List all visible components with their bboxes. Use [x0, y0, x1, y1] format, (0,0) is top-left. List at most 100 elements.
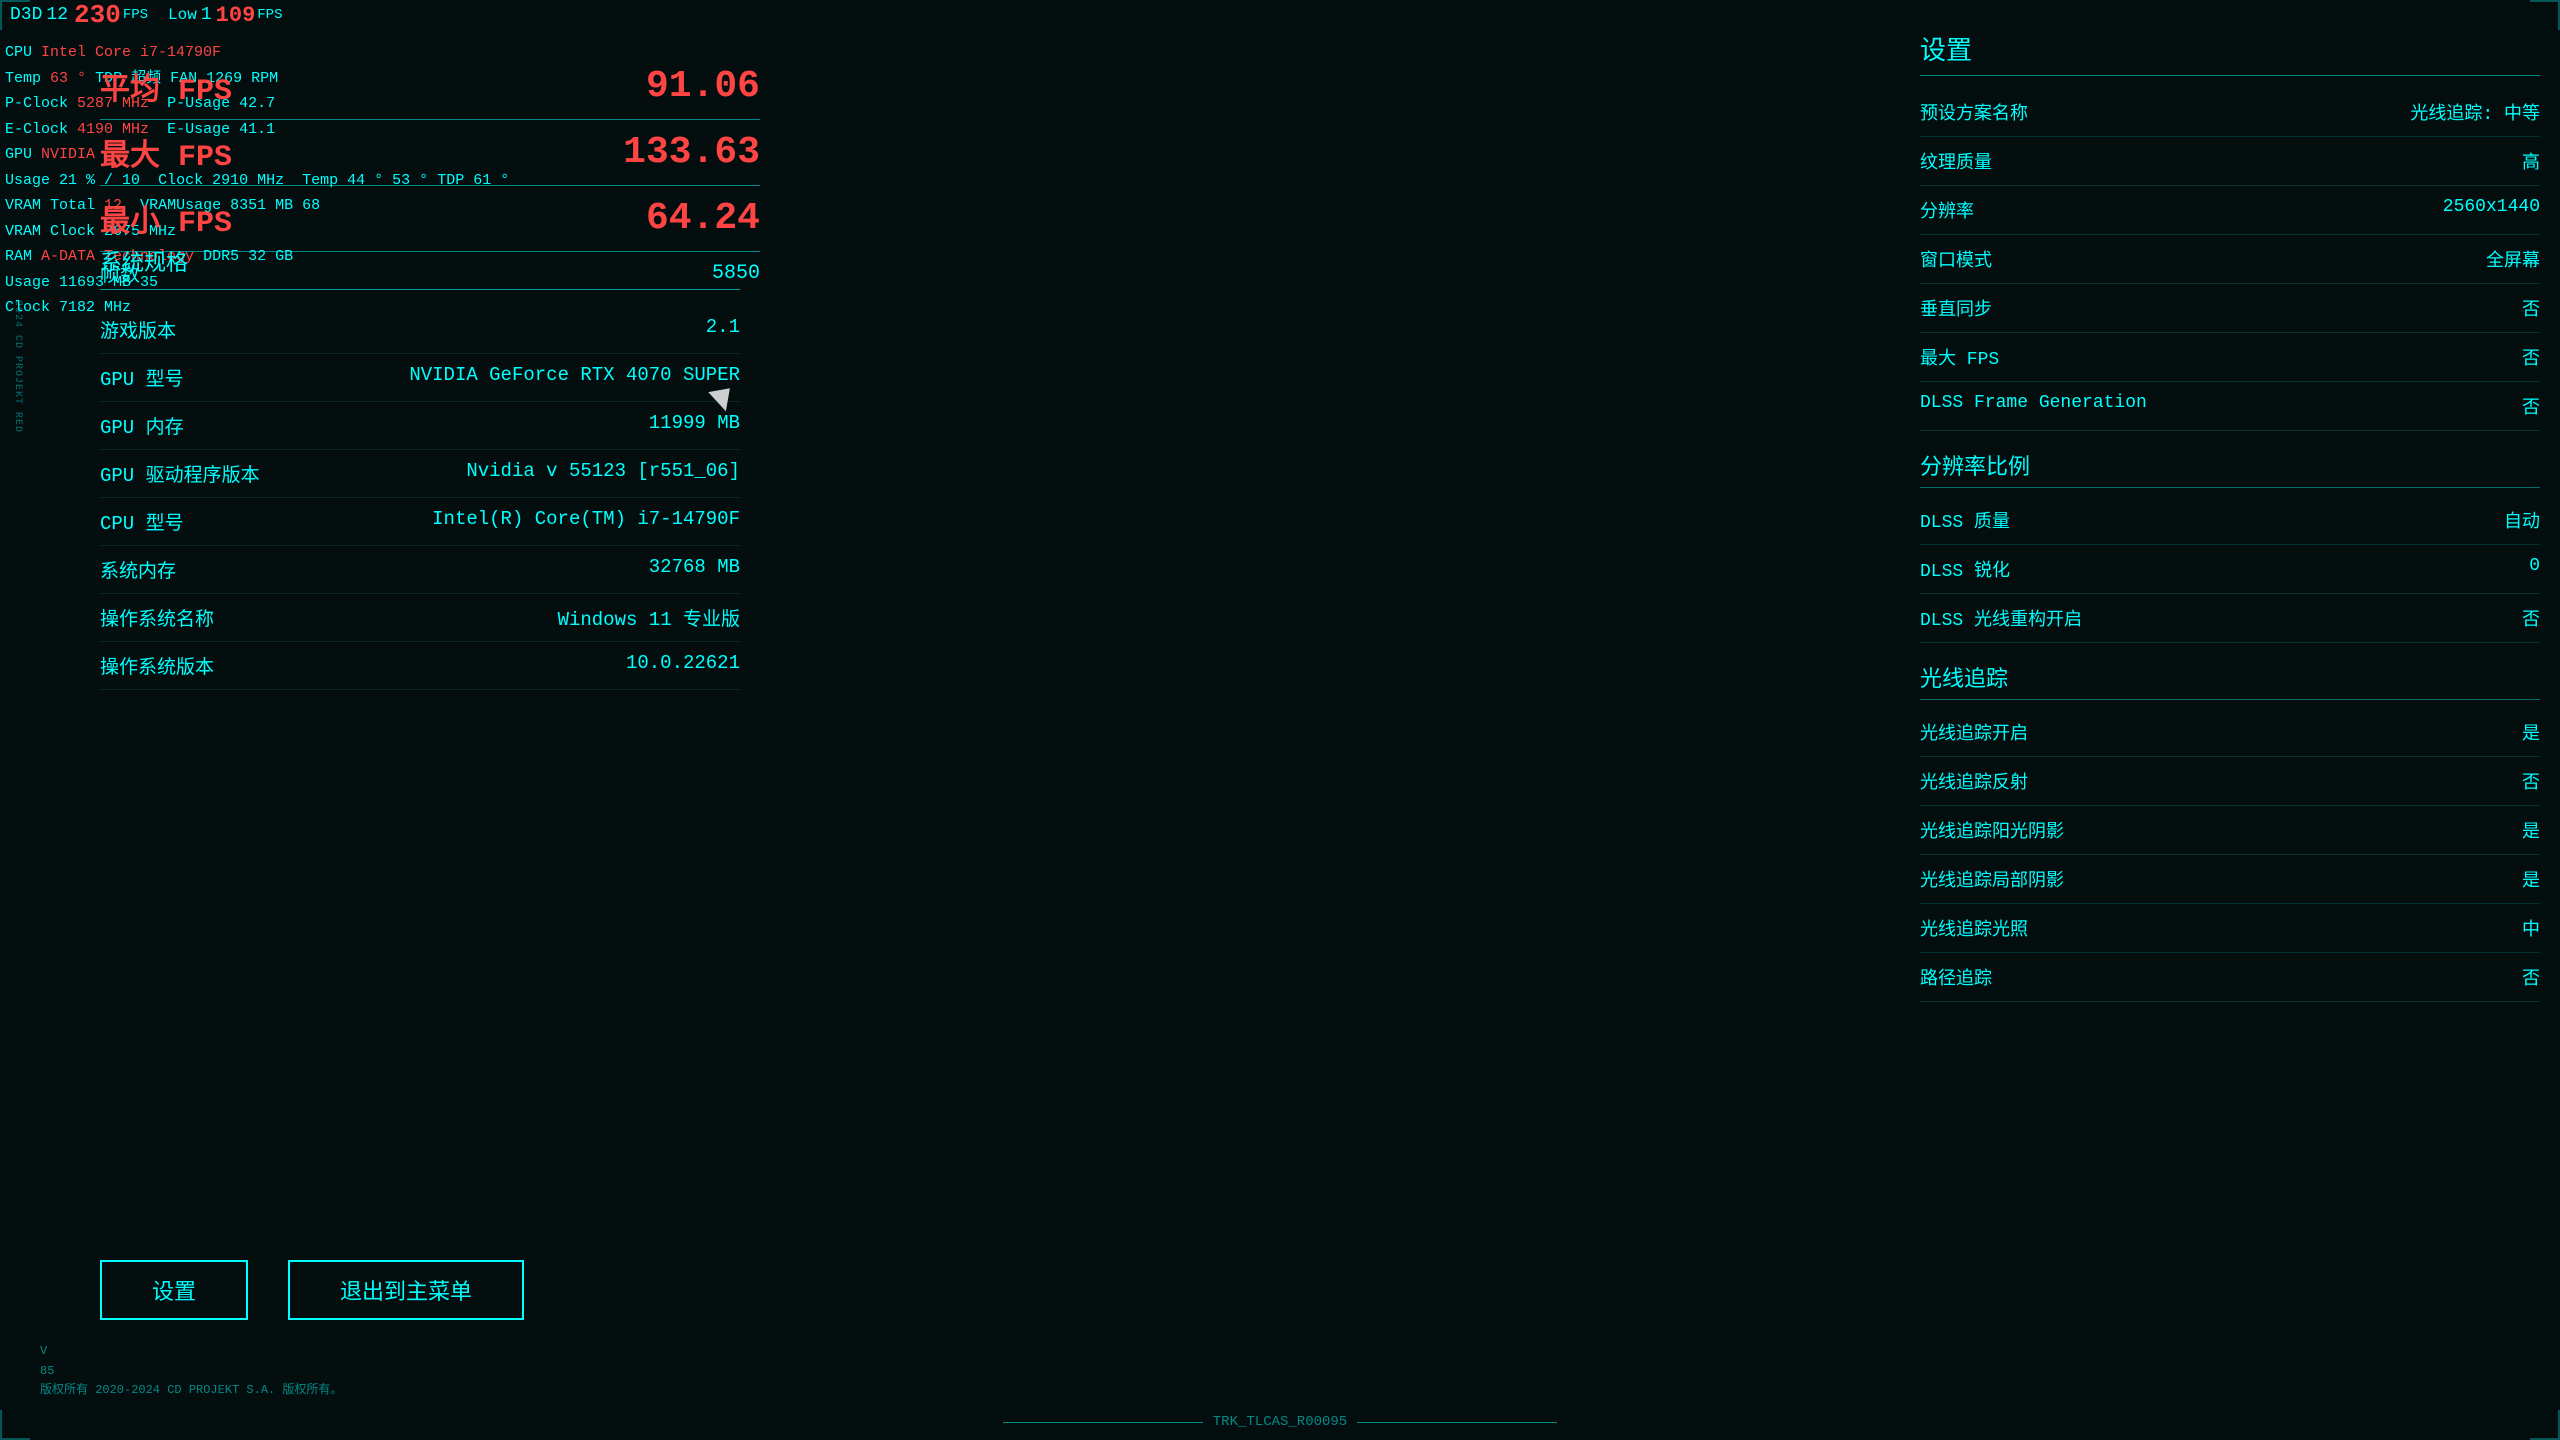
specs-row-label: 游戏版本 [100, 316, 176, 343]
settings-row-label: 路径追踪 [1920, 964, 1992, 990]
specs-row-value: Windows 11 专业版 [558, 604, 740, 631]
settings-button[interactable]: 设置 [100, 1260, 248, 1320]
gpu-brand: NVIDIA [41, 146, 95, 163]
specs-row-label: 系统内存 [100, 556, 176, 583]
settings-row-value: 是 [2522, 719, 2540, 745]
settings-row-value: 是 [2522, 866, 2540, 892]
settings-raytracing-row: 路径追踪否 [1920, 953, 2540, 1002]
settings-raytracing-rows: 光线追踪开启是光线追踪反射否光线追踪阳光阴影是光线追踪局部阴影是光线追踪光照中路… [1920, 708, 2540, 1002]
specs-row-value: 10.0.22621 [626, 652, 740, 679]
settings-row-label: 垂直同步 [1920, 295, 1992, 321]
settings-resolution-row: DLSS 锐化0 [1920, 545, 2540, 594]
settings-raytracing-row: 光线追踪局部阴影是 [1920, 855, 2540, 904]
cpu-label: CPU [5, 44, 32, 61]
specs-row-value: NVIDIA GeForce RTX 4070 SUPER [409, 364, 740, 391]
settings-row-value: 否 [2522, 768, 2540, 794]
specs-title: 系统规格 [100, 245, 740, 277]
ray-tracing-title: 光线追踪 [1920, 661, 2540, 700]
specs-row-label: GPU 驱动程序版本 [100, 460, 260, 487]
settings-row-label: 分辨率 [1920, 197, 1974, 223]
settings-row: 窗口模式全屏幕 [1920, 235, 2540, 284]
settings-row-label: DLSS Frame Generation [1920, 393, 2147, 419]
ram-label: RAM [5, 248, 32, 265]
low-fps-value: 109 [216, 3, 256, 28]
vram-total-label: VRAM Total [5, 197, 95, 214]
bottom-bar-line-right [1357, 1422, 1557, 1423]
settings-raytracing-row: 光线追踪开启是 [1920, 708, 2540, 757]
specs-row: GPU 型号 NVIDIA GeForce RTX 4070 SUPER [100, 354, 740, 402]
specs-row: CPU 型号Intel(R) Core(TM) i7-14790F [100, 498, 740, 546]
specs-row-value: 2.1 [706, 316, 740, 343]
settings-row-label: 纹理质量 [1920, 148, 1992, 174]
settings-row: 纹理质量高 [1920, 137, 2540, 186]
specs-section: 系统规格 游戏版本 2.1 GPU 型号 NVIDIA GeForce RTX 407… [100, 245, 740, 690]
settings-row-value: 2560x1440 [2443, 197, 2540, 223]
specs-divider [100, 289, 740, 290]
settings-row-value: 否 [2522, 605, 2540, 631]
settings-row-value: 光线追踪: 中等 [2410, 99, 2540, 125]
specs-row-label: GPU 内存 [100, 412, 184, 439]
max-fps-label: 最大 FPS [100, 130, 232, 175]
settings-panel: 设置 预设方案名称光线追踪: 中等纹理质量高分辨率2560x1440窗口模式全屏… [1920, 30, 2540, 1002]
vertical-decoration-text: 2024 CD PROJEKT RED [12, 300, 23, 433]
settings-raytracing-row: 光线追踪阳光阴影是 [1920, 806, 2540, 855]
low-label: Low [168, 6, 197, 24]
settings-row-label: DLSS 质量 [1920, 507, 2010, 533]
temp-val: 63 ° [50, 70, 86, 87]
settings-raytracing-row: 光线追踪反射否 [1920, 757, 2540, 806]
resolution-ratio-title: 分辨率比例 [1920, 449, 2540, 488]
version-v: V [40, 1342, 342, 1361]
settings-resolution-row: DLSS 质量 自动 [1920, 496, 2540, 545]
d3d-version: 12 [46, 5, 68, 25]
specs-row-value: 32768 MB [649, 556, 740, 583]
min-fps-value: 64.24 [646, 197, 760, 240]
avg-fps-label: 平均 FPS [100, 64, 232, 109]
fps-unit: FPS [123, 7, 148, 23]
settings-row-label: DLSS 锐化 [1920, 556, 2010, 582]
avg-fps-row: 平均 FPS 91.06 [100, 60, 760, 113]
version-text: 版权所有 2020-2024 CD PROJEKT S.A. 版权所有。 [40, 1381, 342, 1400]
specs-rows: 游戏版本 2.1 GPU 型号 NVIDIA GeForce RTX 4070 SUP… [100, 306, 740, 690]
settings-row-value: 是 [2522, 817, 2540, 843]
settings-row-label: 光线追踪光照 [1920, 915, 2028, 941]
settings-row-label: 预设方案名称 [1920, 99, 2028, 125]
settings-resolution-rows: DLSS 质量 自动 DLSS 锐化0 DLSS 光线重构开启 否 [1920, 496, 2540, 643]
settings-row-value: 否 [2522, 295, 2540, 321]
gpu-label: GPU [5, 146, 32, 163]
settings-row: 最大 FPS否 [1920, 333, 2540, 382]
vram-clock-label: VRAM Clock [5, 223, 95, 240]
settings-row-value: 全屏幕 [2486, 246, 2540, 272]
specs-row: GPU 驱动程序版本Nvidia v 55123 [r551_06] [100, 450, 740, 498]
low-number: 1 [201, 5, 212, 25]
specs-row: 操作系统名称Windows 11 专业版 [100, 594, 740, 642]
specs-row-label: GPU 型号 [100, 364, 184, 391]
settings-resolution-row: DLSS 光线重构开启 否 [1920, 594, 2540, 643]
settings-row-value: 自动 [2504, 507, 2540, 533]
settings-row-label: 最大 FPS [1920, 344, 1999, 370]
min-fps-row: 最小 FPS 64.24 [100, 192, 760, 245]
settings-row: DLSS Frame Generation否 [1920, 382, 2540, 431]
settings-row: 预设方案名称 光线追踪: 中等 [1920, 88, 2540, 137]
pclock-label: P-Clock [5, 95, 68, 112]
fps-divider-2 [100, 185, 760, 186]
settings-raytracing-row: 光线追踪光照中 [1920, 904, 2540, 953]
low-fps-unit: FPS [257, 7, 282, 23]
min-fps-label: 最小 FPS [100, 196, 232, 241]
cursor-arrow [708, 388, 733, 413]
bottom-bar: TRK_TLCAS_R00095 [0, 1414, 2560, 1430]
specs-row: 游戏版本 2.1 [100, 306, 740, 354]
exit-button[interactable]: 退出到主菜单 [288, 1260, 524, 1320]
specs-row: 系统内存 32768 MB [100, 546, 740, 594]
eclock-label: E-Clock [5, 121, 68, 138]
settings-main-rows: 预设方案名称光线追踪: 中等纹理质量高分辨率2560x1440窗口模式全屏幕垂直… [1920, 88, 2540, 431]
bottom-bar-line-left [1003, 1422, 1203, 1423]
avg-fps-value: 91.06 [646, 65, 760, 108]
specs-row-label: 操作系统版本 [100, 652, 214, 679]
max-fps-value: 133.63 [623, 131, 760, 174]
bottom-center-text: TRK_TLCAS_R00095 [1213, 1414, 1347, 1430]
version-info: V 85 版权所有 2020-2024 CD PROJEKT S.A. 版权所有… [40, 1342, 342, 1400]
gpu-usage-label: Usage [5, 172, 50, 189]
settings-row: 垂直同步 否 [1920, 284, 2540, 333]
settings-row-label: DLSS 光线重构开启 [1920, 605, 2082, 631]
max-fps-row: 最大 FPS 133.63 [100, 126, 760, 179]
